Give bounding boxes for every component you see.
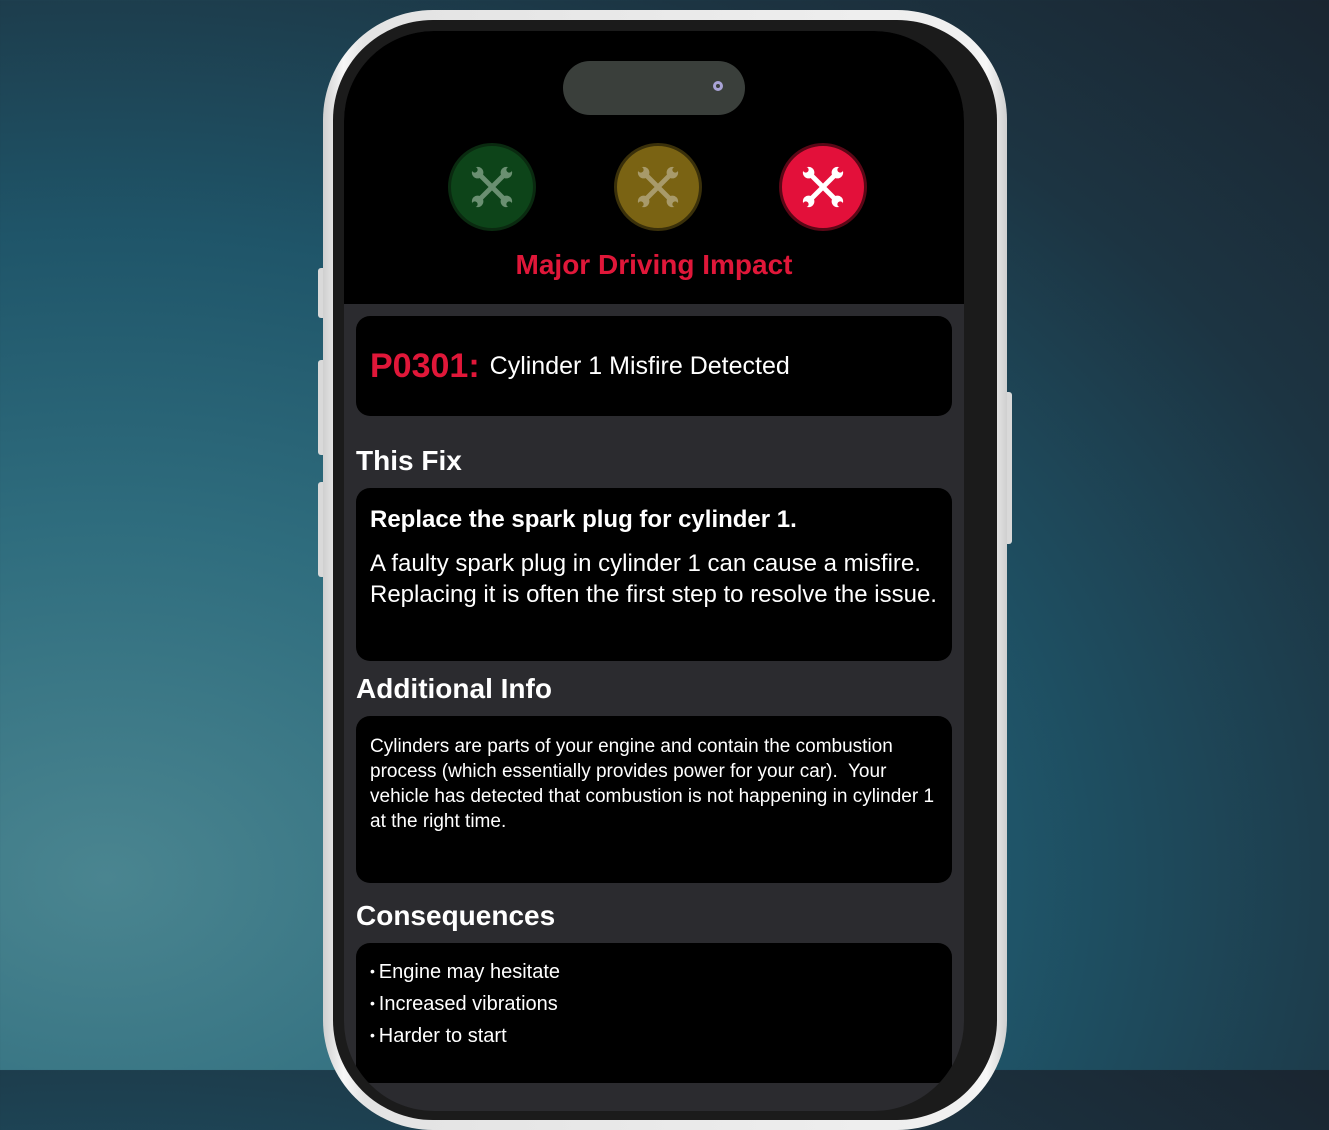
list-item: Harder to start — [370, 1021, 938, 1053]
dynamic-island — [563, 61, 745, 115]
phone-screen: Major Driving Impact P0301: Cylinder 1 M… — [344, 31, 964, 1111]
list-item: Increased vibrations — [370, 989, 938, 1021]
wrench-icon — [471, 166, 513, 208]
additional-info-text: Cylinders are parts of your engine and c… — [370, 736, 940, 832]
trouble-code-title: Cylinder 1 Misfire Detected — [489, 351, 790, 380]
impact-light-yellow[interactable] — [614, 143, 702, 231]
impact-light-red[interactable] — [779, 143, 867, 231]
consequences-heading: Consequences — [356, 900, 556, 931]
additional-info-heading: Additional Info — [356, 673, 552, 704]
impact-light-green[interactable] — [448, 143, 536, 231]
additional-info-card: Cylinders are parts of your engine and c… — [356, 716, 952, 883]
phone-frame: Major Driving Impact P0301: Cylinder 1 M… — [323, 10, 1007, 1130]
fix-headline: Replace the spark plug for cylinder 1. — [370, 506, 797, 533]
impact-label: Major Driving Impact — [515, 249, 793, 280]
fix-description: A faulty spark plug in cylinder 1 can ca… — [370, 550, 937, 608]
list-item: Engine may hesitate — [370, 957, 938, 989]
this-fix-card: Replace the spark plug for cylinder 1. A… — [356, 488, 952, 661]
this-fix-heading: This Fix — [356, 445, 462, 476]
wrench-icon — [802, 166, 844, 208]
camera-icon — [713, 81, 723, 91]
trouble-code-card: P0301: Cylinder 1 Misfire Detected — [356, 316, 952, 416]
impact-header: Major Driving Impact — [344, 31, 964, 304]
trouble-code: P0301: — [370, 346, 480, 385]
wrench-icon — [637, 166, 679, 208]
consequences-list: Engine may hesitate Increased vibrations… — [370, 957, 938, 1053]
consequences-card: Engine may hesitate Increased vibrations… — [356, 943, 952, 1083]
